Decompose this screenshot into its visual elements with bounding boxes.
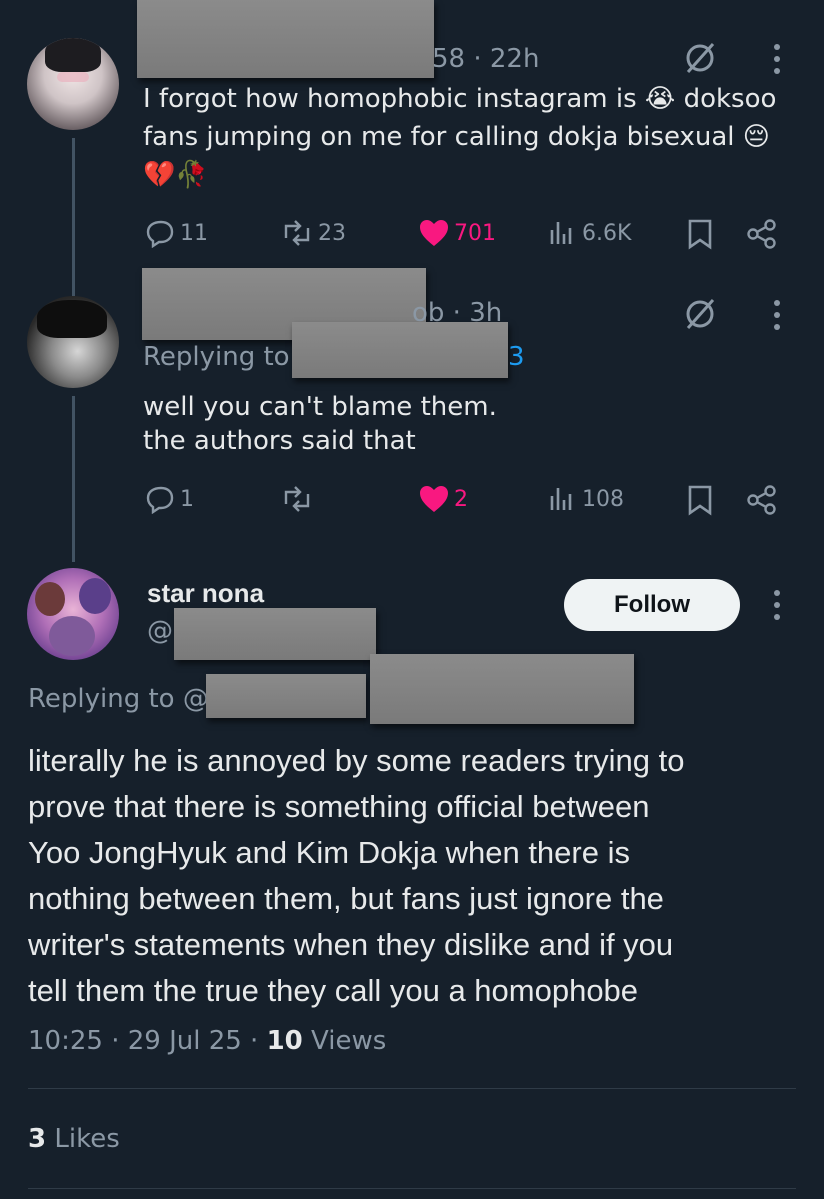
grok-icon[interactable] [682, 296, 718, 332]
reply-count-1[interactable]: 11 [146, 218, 208, 248]
repost-count-2[interactable] [280, 484, 318, 514]
main-body-line: nothing between them, but fans just igno… [28, 881, 664, 916]
view-count-2[interactable]: 108 [548, 484, 624, 514]
bookmark-icon[interactable] [686, 484, 714, 516]
thread-line-1 [72, 138, 75, 296]
repost-icon [284, 220, 310, 246]
grok-icon[interactable] [682, 40, 718, 76]
more-options-icon[interactable] [771, 588, 783, 622]
heart-filled-icon [420, 486, 448, 512]
divider [28, 1088, 796, 1089]
reply-2-text-line1: well you can't blame them. [143, 392, 497, 422]
reply-2-replying-to: Replying to [143, 342, 290, 372]
likes-label: Likes [46, 1124, 120, 1154]
reply-1-text-line2: fans jumping on me for calling dokja bis… [143, 122, 770, 152]
redacted-replying-handle-main-1 [206, 674, 366, 718]
redacted-handle [174, 608, 376, 660]
like-count-2-label: 2 [454, 486, 468, 512]
timestamp-row: 10:25 · 29 Jul 25 · 10 Views [28, 1026, 386, 1056]
like-count-2[interactable]: 2 [418, 484, 468, 514]
reply-icon [146, 486, 174, 514]
thread-line-2 [72, 396, 75, 562]
display-name[interactable]: star nona [147, 578, 264, 609]
avatar-reply-2[interactable] [27, 296, 119, 388]
reply-2-text-line2: the authors said that [143, 426, 416, 456]
reply-count-1-label: 11 [180, 220, 208, 246]
bookmark-icon[interactable] [686, 218, 714, 250]
handle-prefix: @ [147, 616, 173, 646]
reply-1-meta: 58 · 22h [432, 44, 540, 74]
views-icon [550, 488, 572, 510]
view-count-1[interactable]: 6.6K [548, 218, 631, 248]
more-options-icon[interactable] [771, 42, 783, 76]
main-body: literally he is annoyed by some readers … [28, 738, 685, 1014]
share-icon[interactable] [746, 218, 778, 250]
likes-count: 3 [28, 1124, 47, 1154]
follow-button-label: Follow [614, 591, 690, 618]
avatar-main[interactable] [27, 568, 119, 660]
share-icon[interactable] [746, 484, 778, 516]
avatar-reply-1[interactable] [27, 38, 119, 130]
redacted-replying-handle-main-2 [370, 654, 634, 724]
reply-1-text-line3: 💔🥀 [143, 160, 208, 190]
reply-icon [146, 220, 174, 248]
like-count-1[interactable]: 701 [418, 218, 496, 248]
like-count-1-label: 701 [454, 220, 496, 246]
redacted-replying-handle-2 [292, 322, 508, 378]
repost-count-1[interactable]: 23 [280, 218, 346, 248]
repost-count-1-label: 23 [318, 220, 346, 246]
views-count: 10 [266, 1026, 303, 1056]
repost-icon [284, 486, 310, 512]
follow-button[interactable]: Follow [564, 579, 740, 631]
reply-count-2[interactable]: 1 [146, 484, 194, 514]
reply-count-2-label: 1 [180, 486, 194, 512]
likes-row[interactable]: 3 Likes [28, 1124, 120, 1154]
main-replying-to: Replying to @ [28, 684, 209, 714]
redacted-name-1 [137, 0, 434, 78]
main-body-line: prove that there is something official b… [28, 789, 650, 824]
reply-2-replying-suffix[interactable]: 3 [508, 342, 525, 372]
reply-1-text-line1: I forgot how homophobic instagram is 😭 d… [143, 84, 777, 114]
main-body-line: tell them the true they call you a homop… [28, 973, 639, 1008]
divider [28, 1188, 796, 1189]
heart-filled-icon [420, 220, 448, 246]
main-body-line: writer's statements when they dislike an… [28, 927, 674, 962]
view-count-1-label: 6.6K [582, 220, 632, 246]
view-count-2-label: 108 [582, 486, 624, 512]
timestamp[interactable]: 10:25 · 29 Jul 25 · [28, 1026, 267, 1056]
more-options-icon[interactable] [771, 298, 783, 332]
views-label: Views [302, 1026, 387, 1056]
main-body-line: literally he is annoyed by some readers … [28, 743, 685, 778]
views-icon [550, 222, 572, 244]
main-body-line: Yoo JongHyuk and Kim Dokja when there is [28, 835, 630, 870]
